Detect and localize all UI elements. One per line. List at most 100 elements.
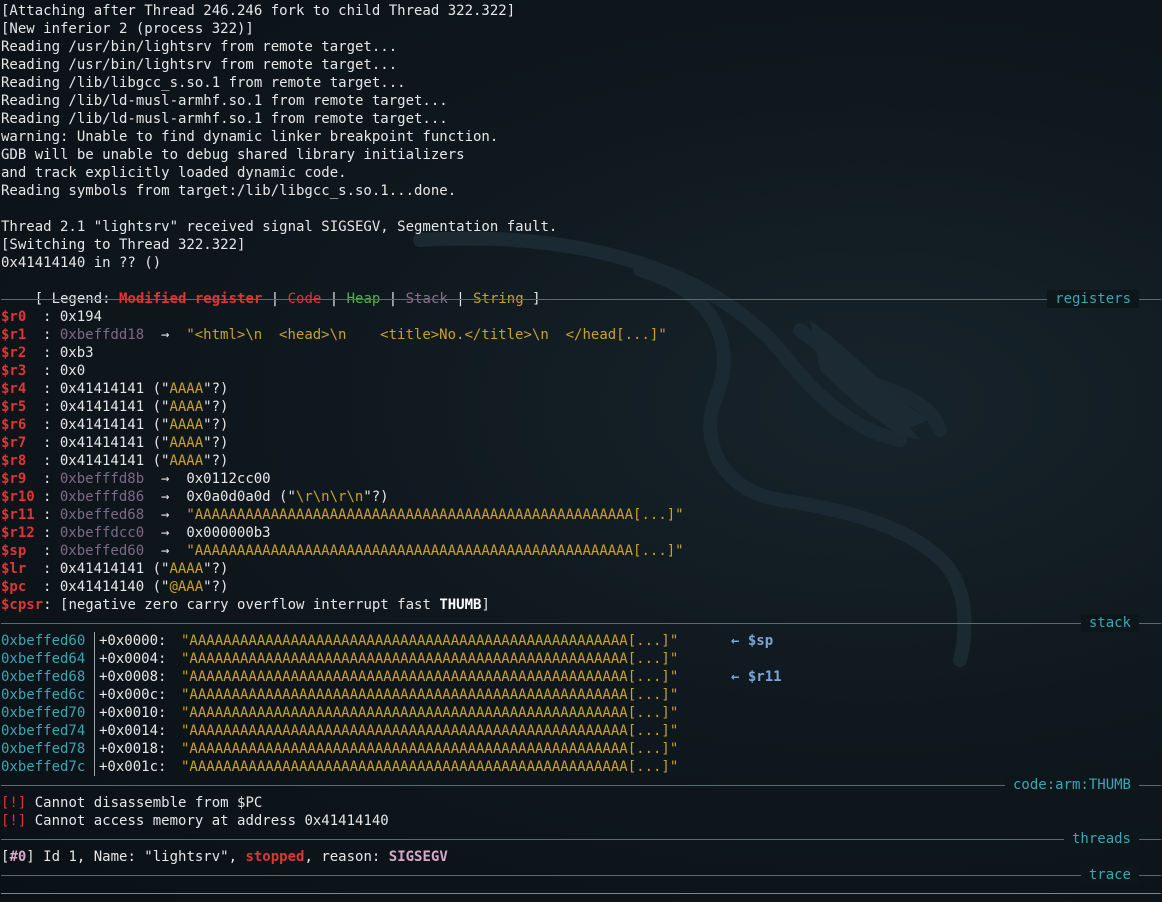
- output-line: GDB will be unable to debug shared libra…: [1, 147, 465, 163]
- register-cpsr: $cpsr: [negative zero carry overflow int…: [1, 597, 490, 613]
- output-line: Reading symbols from target:/lib/libgcc_…: [1, 183, 457, 199]
- register-name: $lr: [1, 561, 27, 577]
- thread-reason: SIGSEGV: [388, 849, 448, 865]
- stack-string: "AAAAAAAAAAAAAAAAAAAAAAAAAAAAAAAAAAAAAAA…: [181, 741, 679, 757]
- output-line: [New inferior 2 (process 322)]: [1, 21, 254, 37]
- register-value: 0x41414140 (": [59, 579, 170, 595]
- register-name: $pc: [1, 579, 27, 595]
- stack-row: 0xbeffed6c +0x000c: "AAAAAAAAAAAAAAAAAAAAA…: [1, 686, 1161, 704]
- register-tail: "?): [203, 417, 229, 433]
- stack-row: 0xbeffed78 +0x0018: "AAAAAAAAAAAAAAAAAAAAA…: [1, 740, 1161, 758]
- stack-offset: +0x0010:: [99, 705, 167, 721]
- stack-string: "AAAAAAAAAAAAAAAAAAAAAAAAAAAAAAAAAAAAAAA…: [181, 705, 679, 721]
- register-name: $r3: [1, 363, 27, 379]
- register-value: 0x41414141 (": [59, 453, 170, 469]
- output-line: Reading /lib/ld-musl-armhf.so.1 from rem…: [1, 111, 448, 127]
- stack-offset: +0x000c:: [99, 687, 167, 703]
- stack-address: 0xbeffed64: [1, 650, 95, 668]
- output-line: Thread 2.1 "lightsrv" received signal SI…: [1, 219, 558, 235]
- register-value: 0x000000b3: [186, 525, 271, 541]
- section-title-code: code:arm:THUMB: [1004, 776, 1139, 794]
- register-string: AAAA: [169, 381, 204, 397]
- register-pointer: 0xbeffdd18: [59, 327, 145, 343]
- code-separator: code:arm:THUMB: [1, 776, 1161, 794]
- register-string: AAAA: [169, 399, 204, 415]
- section-title-threads: threads: [1063, 830, 1139, 848]
- stack-row: 0xbeffed70 +0x0010: "AAAAAAAAAAAAAAAAAAAAA…: [1, 704, 1161, 722]
- register-value: 0x41414141 (": [59, 381, 170, 397]
- stack-address: 0xbeffed70: [1, 704, 95, 722]
- register-pointer: 0xbeffed68: [59, 507, 145, 523]
- error-text: Cannot disassemble from $PC: [26, 795, 263, 811]
- section-title-stack: stack: [1080, 614, 1139, 632]
- register-row-r6: $r6: 0x41414141 ("AAAA"?): [1, 417, 229, 433]
- code-panel: [!] Cannot disassemble from $PC [!] Canno…: [1, 794, 1161, 830]
- register-tail: "?): [363, 489, 389, 505]
- stack-offset: +0x0018:: [99, 741, 167, 757]
- register-pointer: 0xbefffd86: [59, 489, 145, 505]
- stack-string: "AAAAAAAAAAAAAAAAAAAAAAAAAAAAAAAAAAAAAAA…: [181, 651, 679, 667]
- code-message: [!] Cannot disassemble from $PC: [1, 794, 1161, 812]
- code-message: [!] Cannot access memory at address 0x41…: [1, 812, 1161, 830]
- stack-row: 0xbeffed68 +0x0008: "AAAAAAAAAAAAAAAAAAAAA…: [1, 668, 1161, 686]
- register-pointer: 0xbeffed60: [59, 543, 145, 559]
- gdb-terminal[interactable]: [Attaching after Thread 246.246 fork to …: [1, 2, 1161, 902]
- stack-offset: +0x001c:: [99, 759, 167, 775]
- stack-annotation: ← $r11: [731, 669, 782, 685]
- stack-address: 0xbeffed78: [1, 740, 95, 758]
- register-string: "AAAAAAAAAAAAAAAAAAAAAAAAAAAAAAAAAAAAAAA…: [186, 507, 684, 523]
- register-pointer: 0xbefffd8b: [59, 471, 145, 487]
- register-value: 0x0112cc00: [186, 471, 271, 487]
- register-string: AAAA: [169, 561, 204, 577]
- register-tail: "?): [203, 453, 229, 469]
- register-value: 0x41414141 (": [59, 561, 170, 577]
- stack-row: 0xbeffed7c +0x001c: "AAAAAAAAAAAAAAAAAAAAA…: [1, 758, 1161, 776]
- output-line: Reading /lib/ld-musl-armhf.so.1 from rem…: [1, 93, 448, 109]
- threads-separator: threads: [1, 830, 1161, 848]
- stack-address: 0xbeffed7c: [1, 758, 95, 776]
- register-row-pc: $pc: 0x41414140 ("@AAA"?): [1, 579, 229, 595]
- register-name: $r12: [1, 525, 35, 541]
- stack-address: 0xbeffed60: [1, 632, 95, 650]
- stack-address: 0xbeffed68: [1, 668, 95, 686]
- register-name: $sp: [1, 543, 27, 559]
- register-row-lr: $lr: 0x41414141 ("AAAA"?): [1, 561, 229, 577]
- register-row-r9: $r9: 0xbefffd8b → 0x0112cc00: [1, 471, 271, 487]
- stack-offset: +0x0008:: [99, 669, 167, 685]
- output-line: [Switching to Thread 322.322]: [1, 237, 246, 253]
- register-row-r0: $r0: 0x194: [1, 309, 103, 325]
- section-title-trace: trace: [1080, 866, 1139, 884]
- stack-address: 0xbeffed6c: [1, 686, 95, 704]
- register-value: 0xb3: [59, 345, 94, 361]
- stack-string: "AAAAAAAAAAAAAAAAAAAAAAAAAAAAAAAAAAAAAAA…: [181, 669, 679, 685]
- register-value: 0x41414141 (": [59, 417, 170, 433]
- register-value: 0x194: [59, 309, 103, 325]
- stack-string: "AAAAAAAAAAAAAAAAAAAAAAAAAAAAAAAAAAAAAAA…: [181, 633, 679, 649]
- register-tail: "?): [203, 435, 229, 451]
- error-tag: [!]: [1, 813, 27, 829]
- register-name: $r1: [1, 327, 27, 343]
- stack-panel: 0xbeffed60 +0x0000: "AAAAAAAAAAAAAAAAAAAAA…: [1, 632, 1161, 776]
- register-tail: "?): [203, 399, 229, 415]
- register-tail: "?): [203, 381, 229, 397]
- stack-separator: stack: [1, 614, 1161, 632]
- legend-line: [ Legend: Modified register | Code | Hea…: [34, 291, 541, 307]
- registers-panel: $r0: 0x194 $r1: 0xbeffdd18 → "<html>\n <h…: [1, 308, 1161, 596]
- register-string: "<html>\n <head>\n <title>No.</title>\n …: [186, 327, 667, 343]
- register-name: $r2: [1, 345, 27, 361]
- register-tail: "?): [203, 561, 229, 577]
- register-name: $r6: [1, 417, 27, 433]
- register-row-r11: $r11: 0xbeffed68 → "AAAAAAAAAAAAAAAAAAAA…: [1, 507, 684, 523]
- register-pointer: 0xbeffdcc0: [59, 525, 145, 541]
- register-name: $r11: [1, 507, 35, 523]
- trace-separator: trace: [1, 866, 1161, 884]
- register-value: 0x41414141 (": [59, 435, 170, 451]
- register-name: $r0: [1, 309, 27, 325]
- stack-annotation: ← $sp: [731, 633, 774, 649]
- register-string: @AAA: [169, 579, 204, 595]
- gdb-output-intro: [Attaching after Thread 246.246 fork to …: [1, 2, 1161, 272]
- register-name: $r7: [1, 435, 27, 451]
- stack-row: 0xbeffed60 +0x0000: "AAAAAAAAAAAAAAAAAAAAA…: [1, 632, 1161, 650]
- error-tag: [!]: [1, 795, 27, 811]
- register-row-r10: $r10: 0xbefffd86 → 0x0a0d0a0d ("\r\n\r\n…: [1, 489, 389, 505]
